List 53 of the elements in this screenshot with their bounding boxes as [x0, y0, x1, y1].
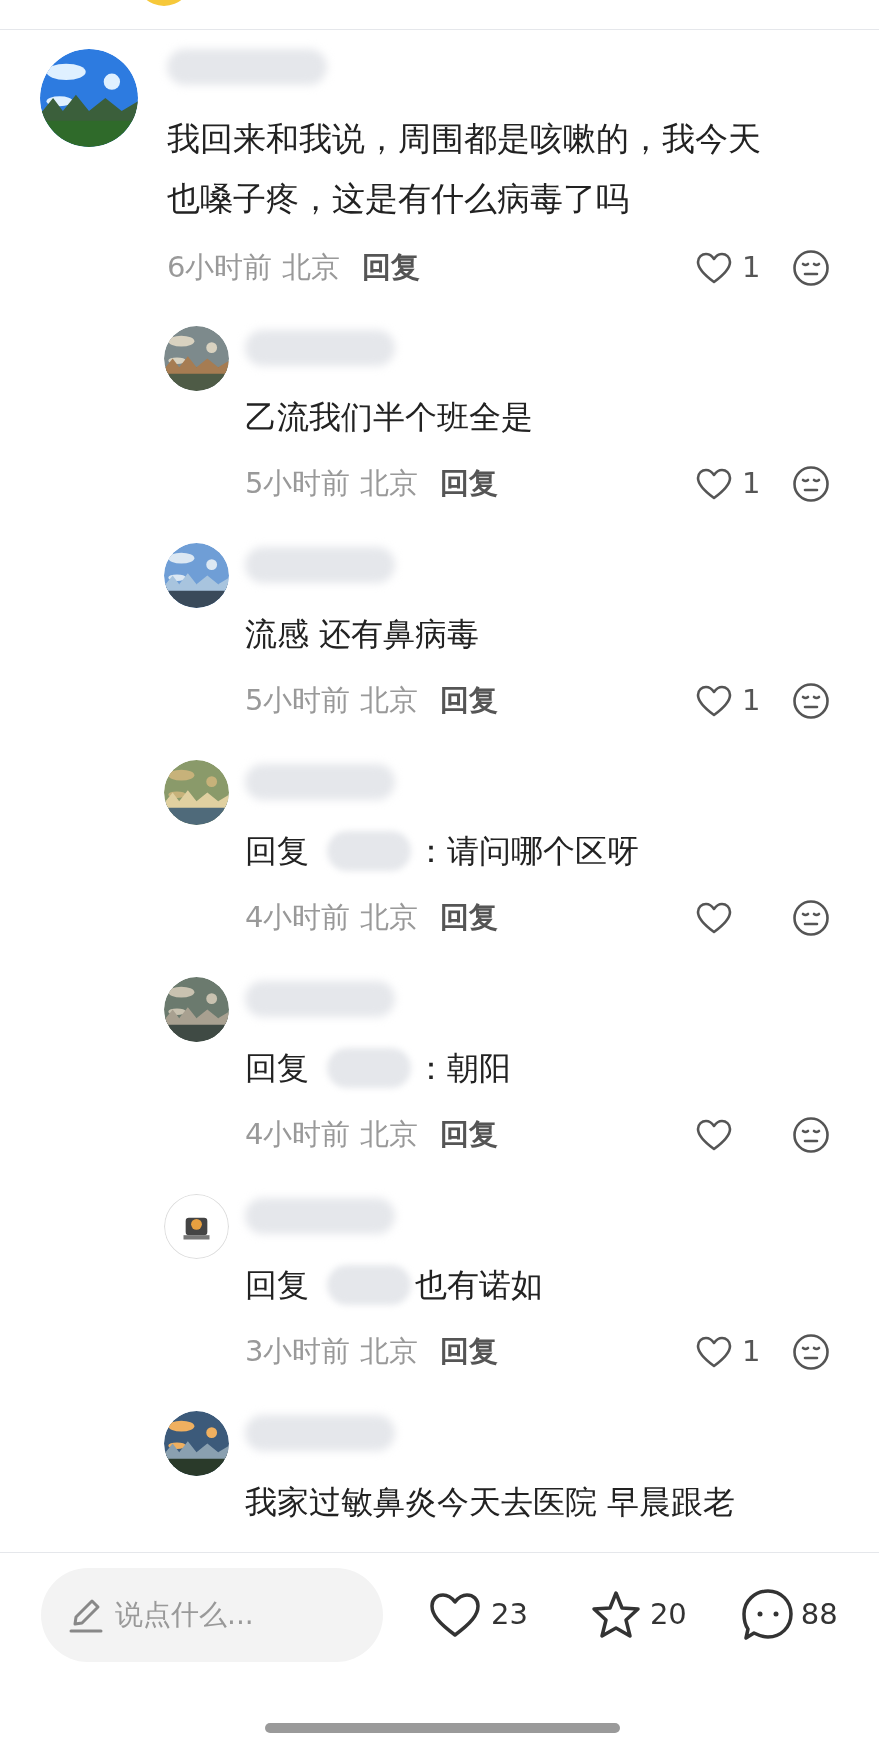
reply-link[interactable]: 回复	[440, 1113, 499, 1157]
heart-icon[interactable]	[696, 902, 732, 934]
face-icon[interactable]	[792, 465, 830, 503]
heart-icon[interactable]	[696, 468, 732, 500]
reply-link[interactable]: 回复	[362, 246, 421, 290]
comment-text: 流感 还有鼻病毒	[245, 614, 481, 655]
chat-bubble-icon[interactable]	[740, 1588, 795, 1642]
timestamp: 6小时前	[167, 249, 273, 287]
timestamp: 3小时前	[245, 1333, 351, 1371]
favorite-count: 20	[649, 1596, 687, 1634]
reply-prefix: 回复	[245, 831, 309, 872]
comment-field[interactable]: 说点什么...	[41, 1568, 383, 1662]
comment-text: 我回来和我说，周围都是咳嗽的，我今天也嗓子疼，这是有什么病毒了吗	[167, 118, 762, 220]
reply-link[interactable]: 回复	[440, 462, 499, 506]
heart-icon[interactable]	[696, 1119, 732, 1151]
location: 北京	[360, 899, 419, 937]
face-icon[interactable]	[792, 899, 830, 937]
heart-icon[interactable]	[696, 1336, 732, 1368]
face-icon[interactable]	[792, 682, 830, 720]
comment-text: 我家过敏鼻炎今天去医院 早晨跟老	[245, 1482, 736, 1523]
comment-text: ：朝阳	[415, 1048, 511, 1089]
comment-count: 88	[800, 1596, 838, 1634]
location: 北京	[360, 1333, 419, 1371]
location: 北京	[360, 465, 419, 503]
comment-text: ：请问哪个区呀	[415, 831, 639, 872]
location: 北京	[360, 1116, 419, 1154]
like-count: 1	[742, 465, 761, 503]
reply-link[interactable]: 回复	[440, 896, 499, 940]
timestamp: 5小时前	[245, 682, 351, 720]
face-icon[interactable]	[792, 1333, 830, 1371]
like-count: 1	[742, 1333, 761, 1371]
timestamp: 5小时前	[245, 465, 351, 503]
reply-link[interactable]: 回复	[440, 679, 499, 723]
heart-icon[interactable]	[696, 685, 732, 717]
pencil-icon	[69, 1597, 103, 1633]
location: 北京	[282, 249, 341, 287]
comment-text: 也有诺如	[415, 1265, 543, 1306]
reply-prefix: 回复	[245, 1048, 309, 1089]
reply-link[interactable]: 回复	[440, 1330, 499, 1374]
timestamp: 4小时前	[245, 899, 351, 937]
like-count: 23	[491, 1596, 528, 1634]
timestamp: 4小时前	[245, 1116, 351, 1154]
face-icon[interactable]	[792, 1116, 830, 1154]
like-count: 1	[742, 682, 761, 720]
heart-icon[interactable]	[696, 252, 732, 284]
comment-field[interactable]: 说点什么...	[115, 1594, 345, 1636]
like-count: 1	[742, 249, 761, 287]
star-icon[interactable]	[589, 1590, 642, 1640]
heart-icon[interactable]	[429, 1592, 481, 1638]
comment-text: 乙流我们半个班全是	[245, 397, 534, 438]
reply-prefix: 回复	[245, 1265, 309, 1306]
location: 北京	[360, 682, 419, 720]
face-icon[interactable]	[792, 249, 830, 287]
